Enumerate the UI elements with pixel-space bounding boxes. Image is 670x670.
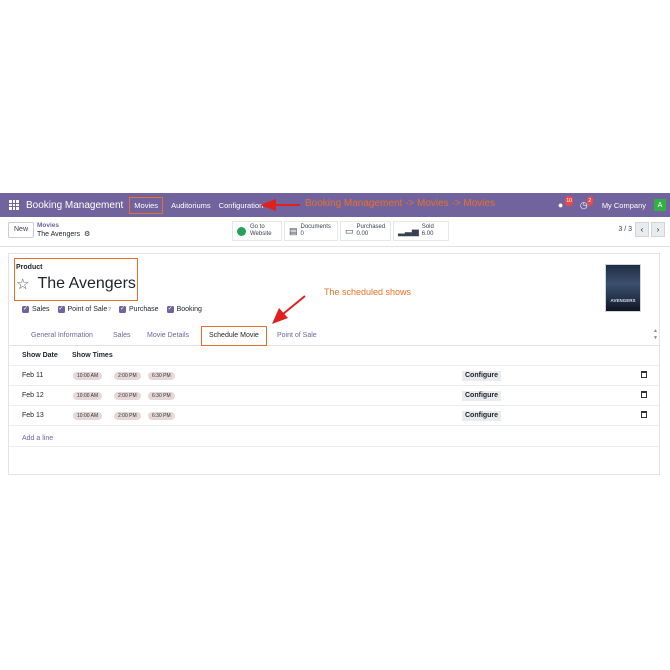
row-date: Feb 13: [22, 412, 44, 419]
purchased-button[interactable]: ▭ Purchased 0.00: [340, 221, 391, 241]
checkbox-booking[interactable]: ✓ Booking: [166, 306, 202, 313]
notebook-tabs: General Information Sales Movie Details …: [9, 326, 659, 346]
time-tag: 6:30 PM: [148, 372, 175, 380]
checkbox-sales-label: Sales: [32, 306, 50, 313]
new-button[interactable]: New: [8, 222, 35, 238]
credit-card-icon: ▭: [345, 225, 354, 236]
documents-count: 0: [300, 231, 304, 237]
time-tag: 10:00 AM: [73, 372, 103, 380]
check-icon: ✓: [119, 306, 126, 313]
tab-general-information[interactable]: General Information: [31, 332, 93, 339]
documents-line1: Documents: [300, 224, 331, 230]
documents-button[interactable]: ▤ Documents 0: [284, 221, 338, 241]
menu-auditoriums[interactable]: Auditoriums: [171, 201, 211, 210]
product-title: ☆ The Avengers: [16, 275, 136, 293]
navbar-systray: ● 10 ◷ 2 My Company A: [558, 193, 670, 217]
row-date: Feb 12: [22, 392, 44, 399]
table-row[interactable]: Feb 12 10:00 AM 2:00 PM 6:30 PM Configur…: [9, 385, 659, 405]
trash-icon[interactable]: [641, 371, 647, 378]
tab-schedule-movie[interactable]: Schedule Movie: [201, 326, 267, 346]
menu-configuration[interactable]: Configuration: [219, 201, 264, 210]
breadcrumb-current: The Avengers ⚙: [37, 230, 90, 238]
globe-icon: [237, 226, 246, 236]
sold-value: 6.00: [421, 231, 434, 237]
check-icon: ✓: [57, 306, 65, 313]
document-icon: ▤: [289, 225, 298, 236]
user-avatar[interactable]: A: [654, 199, 666, 211]
discuss-count: 10: [564, 196, 574, 206]
configure-button[interactable]: Configure: [462, 391, 502, 401]
website-line1: Go to: [250, 224, 265, 230]
tab-point-of-sale[interactable]: Point of Sale: [277, 332, 317, 339]
pager-previous-button[interactable]: ‹: [635, 222, 649, 237]
activity-count: 2: [586, 196, 593, 206]
header-show-date[interactable]: Show Date: [22, 352, 58, 359]
time-tag: 10:00 AM: [73, 392, 103, 400]
time-tag: 2:00 PM: [114, 372, 141, 380]
time-tag: 6:30 PM: [148, 412, 175, 420]
table-row[interactable]: Feb 13 10:00 AM 2:00 PM 6:30 PM Configur…: [9, 405, 659, 425]
control-panel: New Movies The Avengers ⚙ Go to Website ▤…: [0, 217, 670, 247]
check-icon: ✓: [22, 306, 29, 313]
add-line-link[interactable]: Add a line: [22, 435, 53, 442]
help-icon[interactable]: ?: [108, 307, 111, 313]
checkbox-booking-label: Booking: [176, 306, 202, 313]
configure-button[interactable]: Configure: [462, 411, 502, 421]
product-name[interactable]: The Avengers: [37, 275, 135, 293]
purchased-line1: Purchased: [356, 224, 386, 230]
time-tag: 10:00 AM: [73, 412, 103, 420]
checkbox-pos-label: Point of Sale: [67, 306, 108, 313]
menu-movies[interactable]: Movies: [129, 196, 164, 214]
checkbox-sales[interactable]: ✓ Sales: [22, 306, 50, 313]
product-options: ✓ Sales ✓ Point of Sale? ✓ Purchase ✓ Bookin…: [22, 306, 210, 313]
discuss-icon[interactable]: ● 10: [558, 196, 574, 210]
check-icon: ✓: [166, 306, 174, 313]
checkbox-point-of-sale[interactable]: ✓ Point of Sale?: [57, 306, 111, 313]
go-to-website-button[interactable]: Go to Website: [232, 221, 282, 241]
sold-button[interactable]: ▂▃▅ Sold 6.00: [393, 221, 449, 241]
annotation-nav-path: Booking Management -> Movies -> Movies: [305, 198, 496, 209]
poster-title: AVENGERS: [610, 298, 636, 303]
time-tag: 2:00 PM: [114, 412, 141, 420]
product-label: Product: [16, 264, 43, 271]
trash-icon[interactable]: [641, 391, 647, 398]
row-date: Feb 11: [22, 372, 44, 379]
website-line2: Website: [250, 231, 272, 237]
breadcrumb-current-label: The Avengers: [37, 231, 81, 238]
time-tag: 2:00 PM: [114, 392, 141, 400]
table-row[interactable]: Feb 11 10:00 AM 2:00 PM 6:30 PM Configur…: [9, 365, 659, 385]
annotation-scheduled-shows: The scheduled shows: [324, 287, 412, 297]
app-brand[interactable]: Booking Management: [26, 200, 123, 211]
trash-icon[interactable]: [641, 411, 647, 418]
time-tag: 6:30 PM: [148, 392, 175, 400]
favorite-star-icon[interactable]: ☆: [16, 275, 29, 293]
movie-poster-image[interactable]: AVENGERS: [605, 264, 641, 312]
tab-movie-details[interactable]: Movie Details: [147, 332, 189, 339]
apps-menu-icon[interactable]: [9, 200, 19, 210]
pager-next-button[interactable]: ›: [651, 222, 665, 237]
bar-chart-icon: ▂▃▅: [398, 225, 419, 236]
header-show-times[interactable]: Show Times: [72, 352, 113, 359]
tab-sales[interactable]: Sales: [113, 332, 131, 339]
company-switcher[interactable]: My Company: [602, 201, 646, 210]
list-bottom-divider: [9, 446, 659, 447]
breadcrumb-parent[interactable]: Movies: [37, 222, 59, 229]
row-divider: [9, 425, 659, 426]
gear-icon[interactable]: ⚙: [82, 231, 90, 238]
checkbox-purchase[interactable]: ✓ Purchase: [119, 306, 159, 313]
form-sheet: Product ☆ The Avengers The scheduled sho…: [8, 253, 660, 475]
activity-clock-icon[interactable]: ◷ 2: [580, 196, 593, 210]
purchased-value: 0.00: [356, 231, 369, 237]
configure-button[interactable]: Configure: [462, 371, 502, 381]
scroll-arrows-icon[interactable]: ▲ ▼: [653, 328, 658, 342]
top-navbar: Booking Management Movies Auditoriums Co…: [0, 193, 670, 217]
checkbox-purchase-label: Purchase: [129, 306, 159, 313]
screen: Booking Management Movies Auditoriums Co…: [0, 0, 670, 670]
sold-line1: Sold: [421, 224, 434, 230]
pager-value[interactable]: 3 / 3: [618, 226, 632, 233]
